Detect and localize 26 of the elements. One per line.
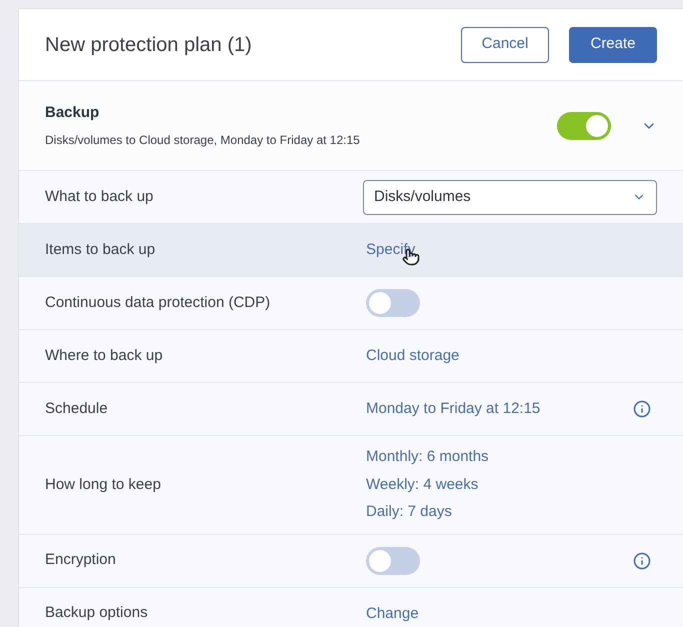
- info-icon[interactable]: [633, 552, 651, 570]
- cancel-button[interactable]: Cancel: [461, 26, 549, 62]
- section-summary: Disks/volumes to Cloud storage, Monday to Friday at 12:15: [45, 132, 361, 149]
- setting-label: Backup options: [45, 603, 149, 624]
- section-title: Backup: [45, 103, 100, 124]
- toggle-switch[interactable]: [557, 112, 611, 140]
- setting-link[interactable]: Change: [366, 604, 419, 622]
- setting-label: How long to keep: [45, 474, 162, 494]
- setting-label: Continuous data protection (CDP): [45, 292, 272, 313]
- setting-label: Encryption: [45, 550, 117, 570]
- setting-link[interactable]: Specify: [366, 241, 416, 258]
- create-button[interactable]: Create: [569, 26, 657, 62]
- setting-label: Schedule: [45, 398, 109, 419]
- setting-link[interactable]: Monday to Friday at 12:15: [366, 400, 540, 417]
- setting-label: Where to back up: [45, 346, 164, 366]
- retention-link[interactable]: Monthly: 6 months: [366, 446, 489, 468]
- retention-link[interactable]: Daily: 7 days: [366, 501, 489, 524]
- setting-link[interactable]: Cloud storage: [366, 347, 460, 364]
- setting-label: What to back up: [45, 186, 154, 207]
- info-icon[interactable]: [633, 400, 651, 418]
- retention-link[interactable]: Weekly: 4 weeks: [366, 474, 489, 496]
- setting-label: Items to back up: [45, 240, 156, 260]
- toggle-switch[interactable]: [366, 289, 420, 317]
- dropdown-field[interactable]: Disks/volumes: [363, 180, 657, 214]
- window-title: New protection plan (1): [45, 32, 253, 58]
- toggle-switch[interactable]: [366, 546, 420, 574]
